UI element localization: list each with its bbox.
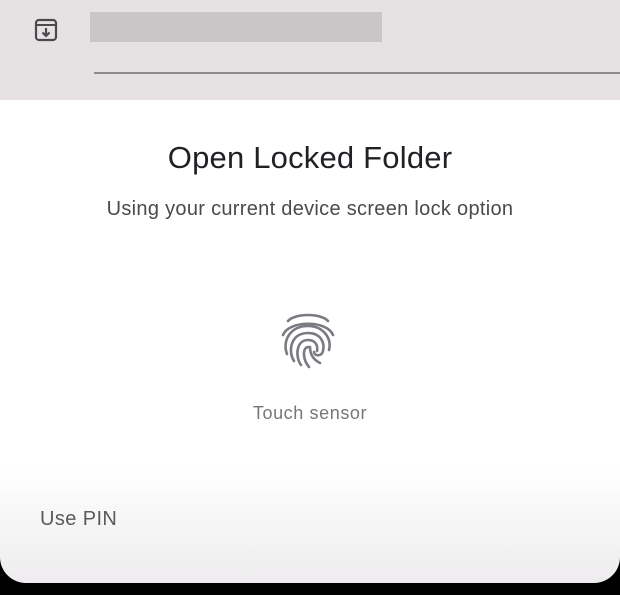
- use-pin-button[interactable]: Use PIN: [40, 508, 117, 531]
- dialog-title: Open Locked Folder: [167, 140, 453, 175]
- background-app-header: [0, 0, 620, 100]
- locked-folder-dialog: Open Locked Folder Using your current de…: [0, 100, 620, 583]
- screen: Open Locked Folder Using your current de…: [0, 0, 620, 595]
- dialog-subtitle: Using your current device screen lock op…: [106, 198, 514, 220]
- fingerprint-icon[interactable]: [279, 308, 337, 370]
- touch-sensor-label: Touch sensor: [252, 403, 368, 423]
- divider: [94, 72, 620, 74]
- archive-download-icon[interactable]: [28, 12, 64, 48]
- redacted-title-bar: [90, 12, 382, 42]
